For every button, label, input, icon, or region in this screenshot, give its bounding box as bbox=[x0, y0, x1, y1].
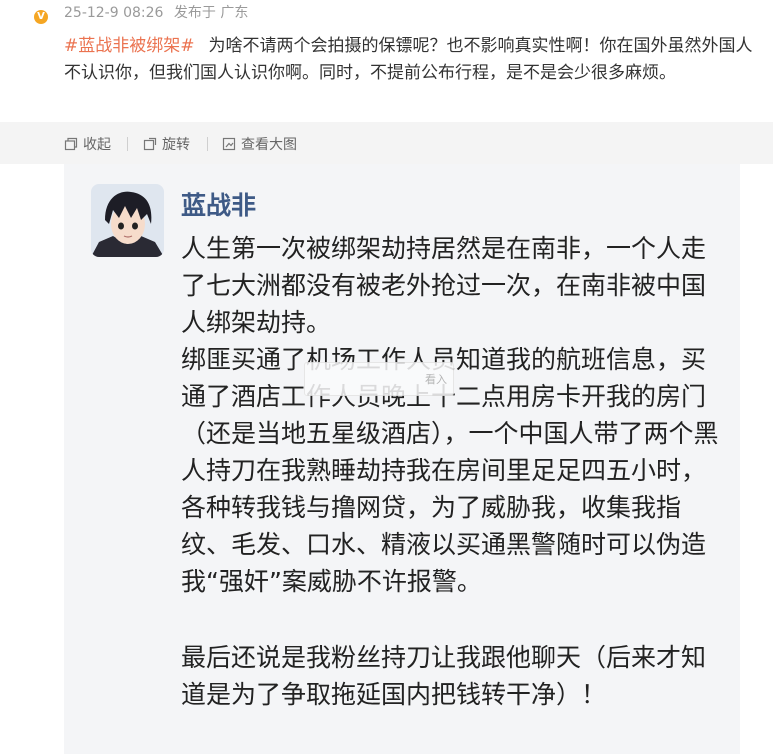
image-watermark: 看入 bbox=[304, 362, 454, 396]
post-date[interactable]: 25-12-9 08:26 bbox=[64, 5, 163, 21]
image-paragraph-2-text: 最后还说是我粉丝持刀让我跟他聊天（后来才知道是为了争取拖延国内把钱转干净）！ bbox=[181, 643, 707, 709]
anime-avatar-icon bbox=[91, 184, 164, 257]
image-author-name: 蓝战非 bbox=[181, 191, 257, 220]
collapse-button[interactable]: 收起 bbox=[64, 135, 111, 153]
view-large-label: 查看大图 bbox=[241, 137, 297, 153]
toolbar-divider bbox=[127, 137, 128, 151]
post-meta-text: 25-12-9 08:26 发布于 广东 bbox=[64, 2, 248, 22]
view-large-button[interactable]: 查看大图 bbox=[222, 135, 297, 153]
collapse-label: 收起 bbox=[83, 137, 111, 153]
watermark-text: 看入 bbox=[425, 373, 447, 386]
image-paragraph-1: 人生第一次被绑架劫持居然是在南非，一个人走了七大洲都没有被老外抢过一次，在南非被… bbox=[181, 230, 726, 600]
image-toolbar: 收起 旋转 查看大图 bbox=[0, 122, 773, 164]
image-paragraph-2: 最后还说是我粉丝持刀让我跟他聊天（后来才知道是为了争取拖延国内把钱转干净）！ bbox=[181, 639, 726, 713]
rotate-label: 旋转 bbox=[162, 137, 190, 153]
post-image[interactable]: 蓝战非 人生第一次被绑架劫持居然是在南非，一个人走了七大洲都没有被老外抢过一次，… bbox=[64, 164, 740, 754]
rotate-icon bbox=[143, 137, 157, 151]
rotate-button[interactable]: 旋转 bbox=[143, 135, 190, 153]
collapse-icon bbox=[64, 137, 78, 151]
view-large-icon bbox=[222, 137, 236, 151]
hashtag-link[interactable]: #蓝战非被绑架# bbox=[64, 36, 195, 56]
post-meta: V 25-12-9 08:26 发布于 广东 bbox=[0, 0, 773, 26]
post-body: #蓝战非被绑架# 为啥不请两个会拍摄的保镖呢？也不影响真实性啊！你在国外虽然外国人… bbox=[64, 33, 764, 87]
verified-badge-icon: V bbox=[34, 10, 48, 24]
toolbar-divider bbox=[207, 137, 208, 151]
avatar bbox=[91, 184, 164, 257]
image-paragraph-1-text: 人生第一次被绑架劫持居然是在南非，一个人走了七大洲都没有被老外抢过一次，在南非被… bbox=[181, 234, 719, 596]
post-source: 发布于 广东 bbox=[173, 5, 249, 21]
